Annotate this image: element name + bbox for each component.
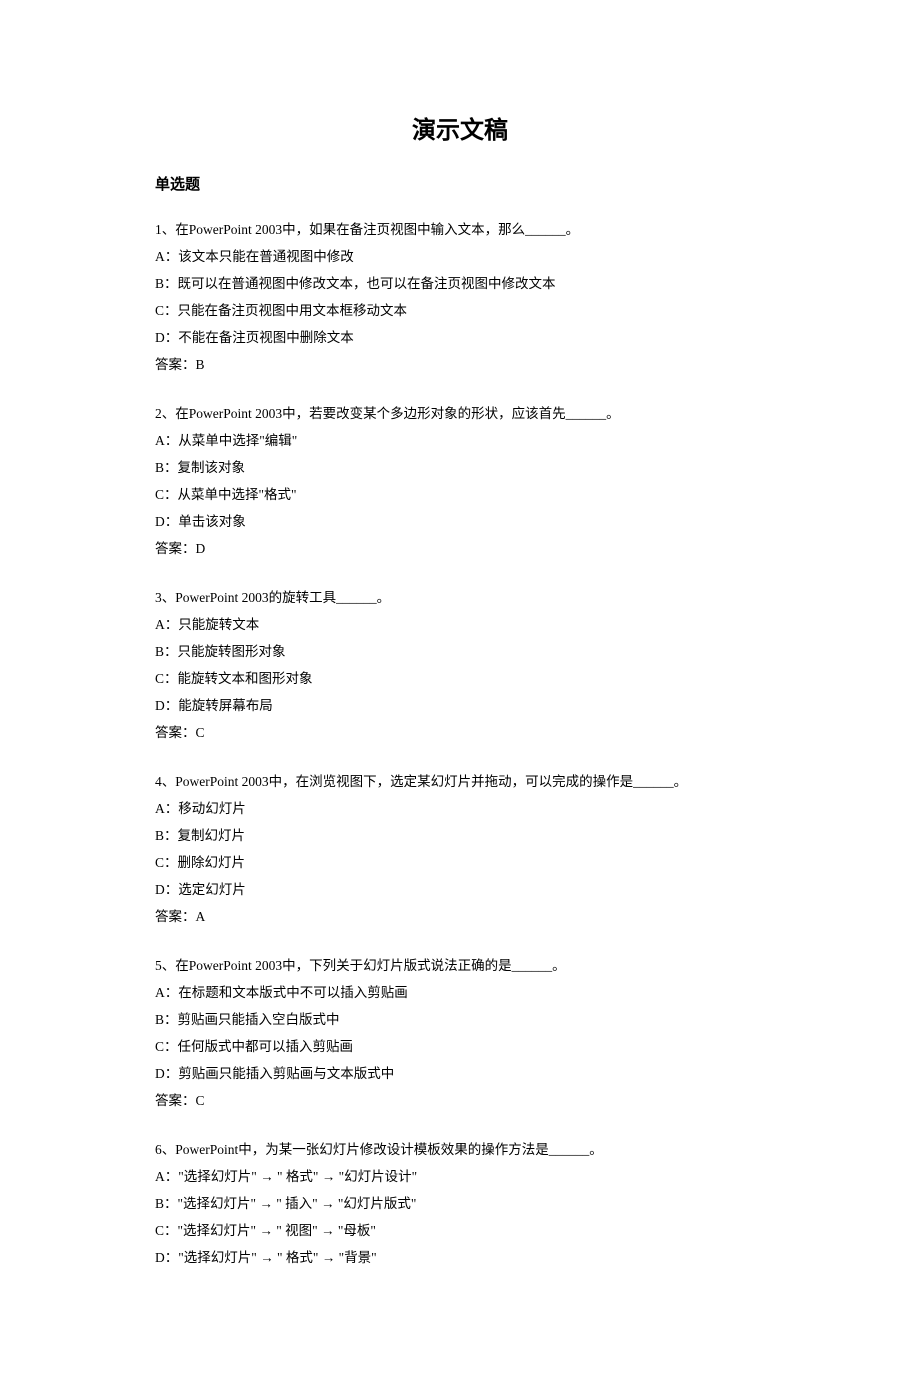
document-page: 演示文稿 单选题 1、在PowerPoint 2003中，如果在备注页视图中输入… bbox=[0, 0, 920, 1373]
question-option: C：从菜单中选择"格式" bbox=[155, 481, 765, 508]
question-option: C：任何版式中都可以插入剪贴画 bbox=[155, 1033, 765, 1060]
question-stem: 1、在PowerPoint 2003中，如果在备注页视图中输入文本，那么____… bbox=[155, 216, 765, 243]
question-block: 1、在PowerPoint 2003中，如果在备注页视图中输入文本，那么____… bbox=[155, 216, 765, 378]
question-option: A：只能旋转文本 bbox=[155, 611, 765, 638]
question-option: C："选择幻灯片" → " 视图" → "母板" bbox=[155, 1217, 765, 1244]
question-answer: 答案：C bbox=[155, 719, 765, 746]
question-block: 3、PowerPoint 2003的旋转工具______。 A：只能旋转文本 B… bbox=[155, 584, 765, 746]
question-stem: 4、PowerPoint 2003中，在浏览视图下，选定某幻灯片并拖动，可以完成… bbox=[155, 768, 765, 795]
question-answer: 答案：B bbox=[155, 351, 765, 378]
question-option: A：移动幻灯片 bbox=[155, 795, 765, 822]
question-option: B：复制该对象 bbox=[155, 454, 765, 481]
question-stem: 5、在PowerPoint 2003中，下列关于幻灯片版式说法正确的是_____… bbox=[155, 952, 765, 979]
question-option: D：能旋转屏幕布局 bbox=[155, 692, 765, 719]
question-option: D："选择幻灯片" → " 格式" → "背景" bbox=[155, 1244, 765, 1271]
question-answer: 答案：A bbox=[155, 903, 765, 930]
question-answer: 答案：D bbox=[155, 535, 765, 562]
question-block: 6、PowerPoint中，为某一张幻灯片修改设计模板效果的操作方法是_____… bbox=[155, 1136, 765, 1271]
question-option: C：只能在备注页视图中用文本框移动文本 bbox=[155, 297, 765, 324]
question-answer: 答案：C bbox=[155, 1087, 765, 1114]
question-option: D：剪贴画只能插入剪贴画与文本版式中 bbox=[155, 1060, 765, 1087]
question-stem: 6、PowerPoint中，为某一张幻灯片修改设计模板效果的操作方法是_____… bbox=[155, 1136, 765, 1163]
question-option: A：该文本只能在普通视图中修改 bbox=[155, 243, 765, 270]
question-option: B：既可以在普通视图中修改文本，也可以在备注页视图中修改文本 bbox=[155, 270, 765, 297]
question-option: B：剪贴画只能插入空白版式中 bbox=[155, 1006, 765, 1033]
question-stem: 3、PowerPoint 2003的旋转工具______。 bbox=[155, 584, 765, 611]
question-option: A：从菜单中选择"编辑" bbox=[155, 427, 765, 454]
question-stem: 2、在PowerPoint 2003中，若要改变某个多边形对象的形状，应该首先_… bbox=[155, 400, 765, 427]
question-option: D：选定幻灯片 bbox=[155, 876, 765, 903]
question-option: A：在标题和文本版式中不可以插入剪贴画 bbox=[155, 979, 765, 1006]
question-block: 5、在PowerPoint 2003中，下列关于幻灯片版式说法正确的是_____… bbox=[155, 952, 765, 1114]
question-option: B：只能旋转图形对象 bbox=[155, 638, 765, 665]
question-option: B：复制幻灯片 bbox=[155, 822, 765, 849]
question-option: C：删除幻灯片 bbox=[155, 849, 765, 876]
question-block: 4、PowerPoint 2003中，在浏览视图下，选定某幻灯片并拖动，可以完成… bbox=[155, 768, 765, 930]
question-block: 2、在PowerPoint 2003中，若要改变某个多边形对象的形状，应该首先_… bbox=[155, 400, 765, 562]
question-option: D：不能在备注页视图中删除文本 bbox=[155, 324, 765, 351]
document-title: 演示文稿 bbox=[155, 110, 765, 145]
question-option: D：单击该对象 bbox=[155, 508, 765, 535]
section-header: 单选题 bbox=[155, 173, 765, 194]
question-option: A："选择幻灯片" → " 格式" → "幻灯片设计" bbox=[155, 1163, 765, 1190]
question-option: B："选择幻灯片" → " 插入" → "幻灯片版式" bbox=[155, 1190, 765, 1217]
question-option: C：能旋转文本和图形对象 bbox=[155, 665, 765, 692]
